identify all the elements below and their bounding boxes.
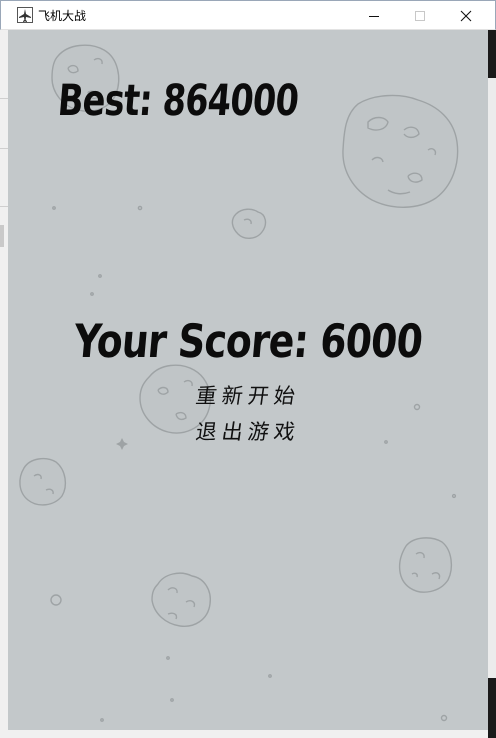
window-bottom-border	[8, 730, 488, 738]
title-bar[interactable]: 飞机大战	[0, 0, 496, 30]
plane-game-icon	[17, 7, 33, 23]
app-window: 飞机大战 Best: 864000 Your Score: 6000 重新开始 …	[0, 0, 496, 738]
close-button[interactable]	[443, 1, 489, 30]
close-icon	[460, 10, 472, 21]
asteroid-large-right	[342, 94, 459, 208]
asteroid-left-mid	[19, 457, 67, 506]
game-canvas[interactable]: Best: 864000 Your Score: 6000 重新开始 退出游戏	[8, 30, 488, 730]
best-score-label: Best: 864000	[55, 76, 301, 126]
asteroid-lower-left	[151, 572, 211, 627]
minimize-button[interactable]	[351, 1, 397, 30]
maximize-button[interactable]	[397, 1, 443, 30]
quit-game-button[interactable]: 退出游戏	[8, 416, 488, 446]
space-debris	[50, 205, 457, 722]
maximize-icon	[415, 10, 425, 21]
final-score-label: Your Score: 6000	[71, 314, 425, 368]
restart-game-button[interactable]: 重新开始	[8, 380, 488, 410]
minimize-icon	[369, 15, 379, 17]
asteroid-lower-right	[399, 537, 453, 593]
window-title: 飞机大战	[38, 9, 87, 23]
asteroid-small-rock	[231, 208, 267, 239]
